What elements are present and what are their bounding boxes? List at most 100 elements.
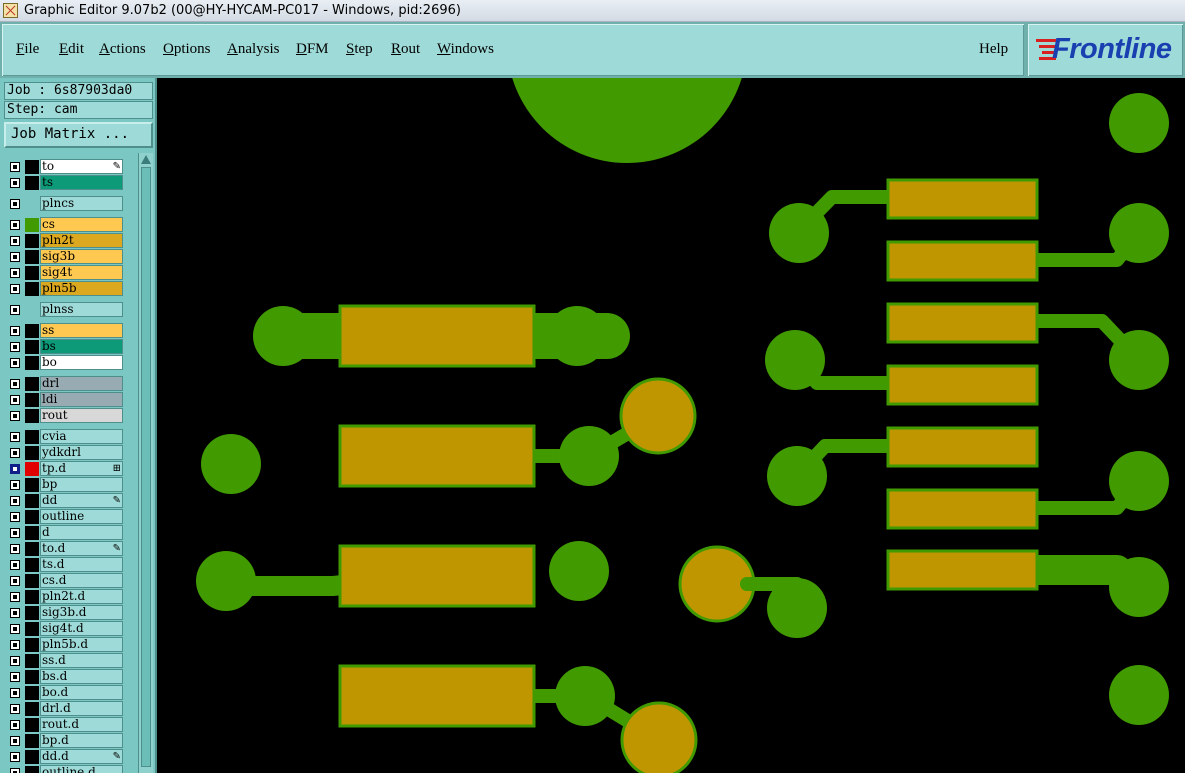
layer-row-ldi[interactable]: ldi (4, 392, 135, 407)
layer-row-to[interactable]: to ✎ (4, 159, 135, 174)
layer-color-swatch[interactable] (25, 250, 39, 264)
layer-color-swatch[interactable] (25, 340, 39, 354)
layer-checkbox[interactable] (10, 496, 20, 506)
layer-checkbox[interactable] (10, 592, 20, 602)
layer-row-sig3b-d[interactable]: sig3b.d (4, 605, 135, 620)
via-pad[interactable] (1109, 330, 1169, 390)
layer-row-to-d[interactable]: to.d ✎ (4, 541, 135, 556)
layer-name[interactable]: drl (40, 376, 123, 391)
via-pad[interactable] (765, 330, 825, 390)
layer-row-drl-d[interactable]: drl.d (4, 701, 135, 716)
layer-name[interactable]: ts (40, 175, 123, 190)
layer-row-sig4t-d[interactable]: sig4t.d (4, 621, 135, 636)
layer-row-sig4t[interactable]: sig4t (4, 265, 135, 280)
layer-checkbox[interactable] (10, 236, 20, 246)
layer-checkbox[interactable] (10, 688, 20, 698)
via-pad[interactable] (559, 426, 619, 486)
layer-row-cs-d[interactable]: cs.d (4, 573, 135, 588)
layer-color-swatch[interactable] (25, 766, 39, 773)
rect-smd-pad[interactable] (338, 664, 536, 728)
layer-color-swatch[interactable] (25, 478, 39, 492)
rect-smd-pad[interactable] (338, 424, 536, 488)
layer-row-bs[interactable]: bs (4, 339, 135, 354)
layer-name[interactable]: pln2t (40, 233, 123, 248)
layer-checkbox[interactable] (10, 411, 20, 421)
layer-name[interactable]: cvia (40, 429, 123, 444)
layer-name[interactable]: bo (40, 355, 123, 370)
layer-row-pln5b-d[interactable]: pln5b.d (4, 637, 135, 652)
layer-row-cvia[interactable]: cvia (4, 429, 135, 444)
via-pad[interactable] (196, 551, 256, 611)
layer-color-swatch[interactable] (25, 282, 39, 296)
layer-name[interactable]: pln5b.d (40, 637, 123, 652)
menu-file[interactable]: File (16, 41, 39, 58)
layer-color-swatch[interactable] (25, 218, 39, 232)
scroll-up-icon[interactable] (141, 155, 151, 164)
layer-name[interactable]: rout.d (40, 717, 123, 732)
layer-checkbox[interactable] (10, 768, 20, 773)
via-pad[interactable] (767, 446, 827, 506)
layer-color-swatch[interactable] (25, 377, 39, 391)
layer-checkbox[interactable] (10, 576, 20, 586)
layer-checkbox[interactable] (10, 342, 20, 352)
layer-row-sig3b[interactable]: sig3b (4, 249, 135, 264)
layer-checkbox[interactable] (10, 560, 20, 570)
graphic-canvas[interactable] (157, 78, 1185, 773)
layer-row-ss-d[interactable]: ss.d (4, 653, 135, 668)
layer-name[interactable]: outline.d (40, 765, 123, 773)
layer-name[interactable]: bo.d (40, 685, 123, 700)
layer-name[interactable]: tp.d ⊞ (40, 461, 123, 476)
menu-rout[interactable]: Rout (391, 41, 420, 58)
layer-color-swatch[interactable] (25, 638, 39, 652)
layer-checkbox[interactable] (10, 480, 20, 490)
layer-row-dd[interactable]: dd ✎ (4, 493, 135, 508)
layer-color-swatch[interactable] (25, 542, 39, 556)
layer-color-swatch[interactable] (25, 324, 39, 338)
layer-name[interactable]: outline (40, 509, 123, 524)
layer-name[interactable]: ss.d (40, 653, 123, 668)
layer-row-bp[interactable]: bp (4, 477, 135, 492)
layer-color-swatch[interactable] (25, 176, 39, 190)
layer-color-swatch[interactable] (25, 446, 39, 460)
layer-row-ts[interactable]: ts (4, 175, 135, 190)
layer-checkbox[interactable] (10, 220, 20, 230)
layer-checkbox[interactable] (10, 720, 20, 730)
layer-name[interactable]: ts.d (40, 557, 123, 572)
layer-checkbox[interactable] (10, 395, 20, 405)
layer-checkbox[interactable] (10, 252, 20, 262)
via-pad[interactable] (767, 578, 827, 638)
layer-name[interactable]: ldi (40, 392, 123, 407)
menu-step[interactable]: Step (346, 41, 373, 58)
layer-color-swatch[interactable] (25, 702, 39, 716)
layer-color-swatch[interactable] (25, 510, 39, 524)
layer-name[interactable]: dd.d ✎ (40, 749, 123, 764)
layer-row-drl[interactable]: drl (4, 376, 135, 391)
layer-checkbox[interactable] (10, 448, 20, 458)
layer-color-swatch[interactable] (25, 590, 39, 604)
layer-name[interactable]: ydkdrl (40, 445, 123, 460)
layer-color-swatch[interactable] (25, 686, 39, 700)
layer-checkbox[interactable] (10, 162, 20, 172)
rect-smd-pad[interactable] (886, 549, 1039, 591)
via-pad[interactable] (769, 203, 829, 263)
layer-name[interactable]: plnss (40, 302, 123, 317)
layer-name[interactable]: to.d ✎ (40, 541, 123, 556)
layer-color-swatch[interactable] (25, 160, 39, 174)
rect-smd-pad[interactable] (886, 426, 1039, 468)
layer-row-tp-d[interactable]: tp.d ⊞ (4, 461, 135, 476)
layer-checkbox[interactable] (10, 305, 20, 315)
layer-color-swatch[interactable] (25, 558, 39, 572)
via-pad[interactable] (555, 666, 615, 726)
job-matrix-button[interactable]: Job Matrix ... (4, 122, 153, 148)
layer-row-bo[interactable]: bo (4, 355, 135, 370)
via-pad[interactable] (1109, 93, 1169, 153)
layer-checkbox[interactable] (10, 736, 20, 746)
layer-checkbox[interactable] (10, 358, 20, 368)
layer-color-swatch[interactable] (25, 654, 39, 668)
layer-name[interactable]: cs.d (40, 573, 123, 588)
layer-color-swatch[interactable] (25, 234, 39, 248)
layer-name[interactable]: cs (40, 217, 123, 232)
layer-color-swatch[interactable] (25, 266, 39, 280)
menu-dfm[interactable]: DFM (296, 41, 329, 58)
rect-smd-pad[interactable] (886, 240, 1039, 282)
